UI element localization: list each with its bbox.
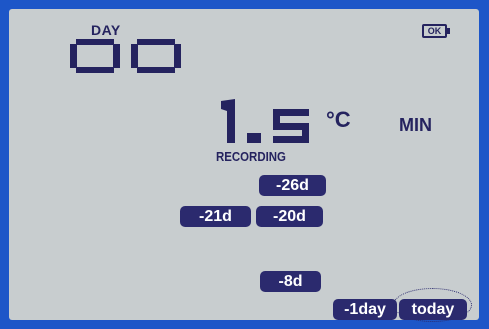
lcd-screen: DAY OK °C MIN RECORDING -26d -21d -20d -… <box>9 9 479 322</box>
battery-icon: OK <box>422 24 447 38</box>
temperature-unit: °C <box>326 107 351 132</box>
history-button-20d[interactable]: -20d <box>256 206 323 227</box>
battery-terminal <box>447 28 450 34</box>
history-button-1day[interactable]: -1day <box>333 299 397 320</box>
history-button-today[interactable]: today <box>399 299 467 320</box>
recording-status: RECORDING <box>216 149 286 164</box>
day-label: DAY <box>91 22 121 38</box>
day-counter <box>70 39 181 73</box>
mode-label: MIN <box>399 115 432 135</box>
history-button-26d[interactable]: -26d <box>259 175 326 196</box>
history-button-21d[interactable]: -21d <box>180 206 251 227</box>
battery-status: OK <box>427 25 442 36</box>
temperature-value <box>221 99 309 143</box>
history-button-8d[interactable]: -8d <box>260 271 321 292</box>
